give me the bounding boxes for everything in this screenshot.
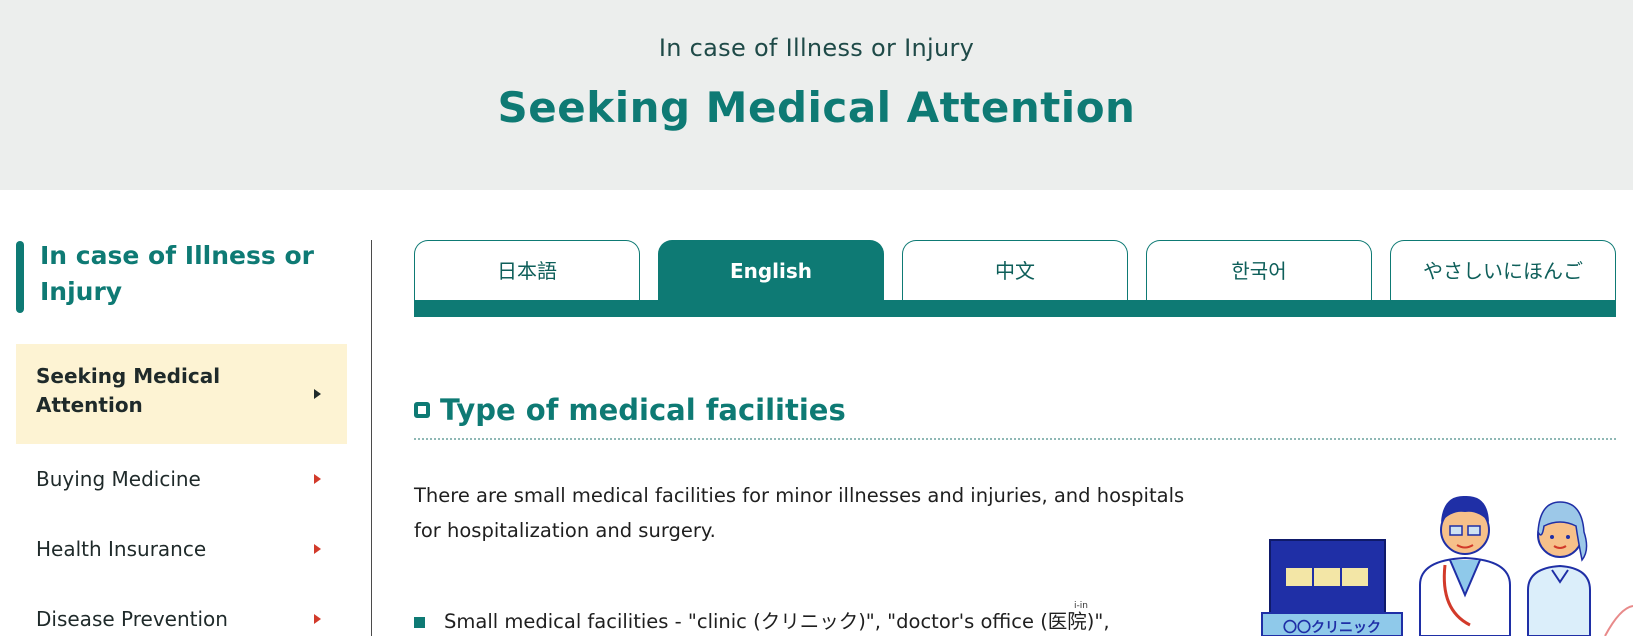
doctor-icon [1419,495,1511,636]
caret-right-icon [314,389,321,399]
sidebar-item-disease-prevention[interactable]: Disease Prevention [16,584,347,636]
clinic-sign-text: 〇〇クリニック [1283,619,1381,636]
sidebar-item-label: Health Insurance [36,537,207,561]
sidebar-divider [371,240,372,636]
sidebar-item-health-insurance[interactable]: Health Insurance [16,514,347,584]
caret-right-icon [314,474,321,484]
furigana-annotation: i-in [1074,601,1088,611]
clinic-building-icon: 〇〇クリニック [1261,539,1403,636]
square-bullet-icon [414,617,425,628]
section-heading: Type of medical facilities [414,390,1616,440]
sidebar-item-seeking-medical-attention[interactable]: Seeking Medical Attention [16,344,347,444]
caret-right-icon [314,614,321,624]
tab-japanese[interactable]: 日本語 [414,240,640,300]
nurse-icon [1527,501,1591,636]
section-title: Type of medical facilities [440,393,846,427]
clinic-doctor-nurse-illustration: 〇〇クリニック [1260,490,1633,636]
sidebar-nav: Seeking Medical Attention Buying Medicin… [16,344,347,636]
sidebar-item-label: Seeking Medical [36,364,221,388]
sidebar-heading-line1: In case of Illness or [40,241,314,270]
paragraph-line: for hospitalization and surgery. [414,519,716,542]
page-header: In case of Illness or Injury Seeking Med… [0,0,1633,190]
tab-chinese[interactable]: 中文 [902,240,1128,300]
caret-right-icon [314,544,321,554]
section-paragraph: There are small medical facilities for m… [414,478,1234,548]
sidebar-heading-line2: Injury [40,277,123,306]
tab-korean[interactable]: 한국어 [1146,240,1372,300]
paragraph-line: There are small medical facilities for m… [414,484,1185,507]
sidebar-item-buying-medicine[interactable]: Buying Medicine [16,444,347,514]
square-bullet-icon [414,402,430,418]
sidebar-item-label: Buying Medicine [36,467,201,491]
page-subtitle: In case of Illness or Injury [658,34,975,62]
page-title: Seeking Medical Attention [497,83,1136,132]
sidebar-heading: In case of Illness or Injury [16,238,347,314]
tab-english[interactable]: English [658,240,884,300]
sidebar: In case of Illness or Injury Seeking Med… [16,238,347,631]
tab-underline-bar [414,300,1616,317]
tab-easy-japanese[interactable]: やさしいにほんご [1390,240,1616,300]
language-tabs: 日本語 English 中文 한국어 やさしいにほんご [414,240,1616,317]
sidebar-item-label: Attention [36,393,143,417]
sidebar-item-label: Disease Prevention [36,607,228,631]
list-item-text: Small medical facilities - "clinic (クリニッ… [444,610,1110,633]
